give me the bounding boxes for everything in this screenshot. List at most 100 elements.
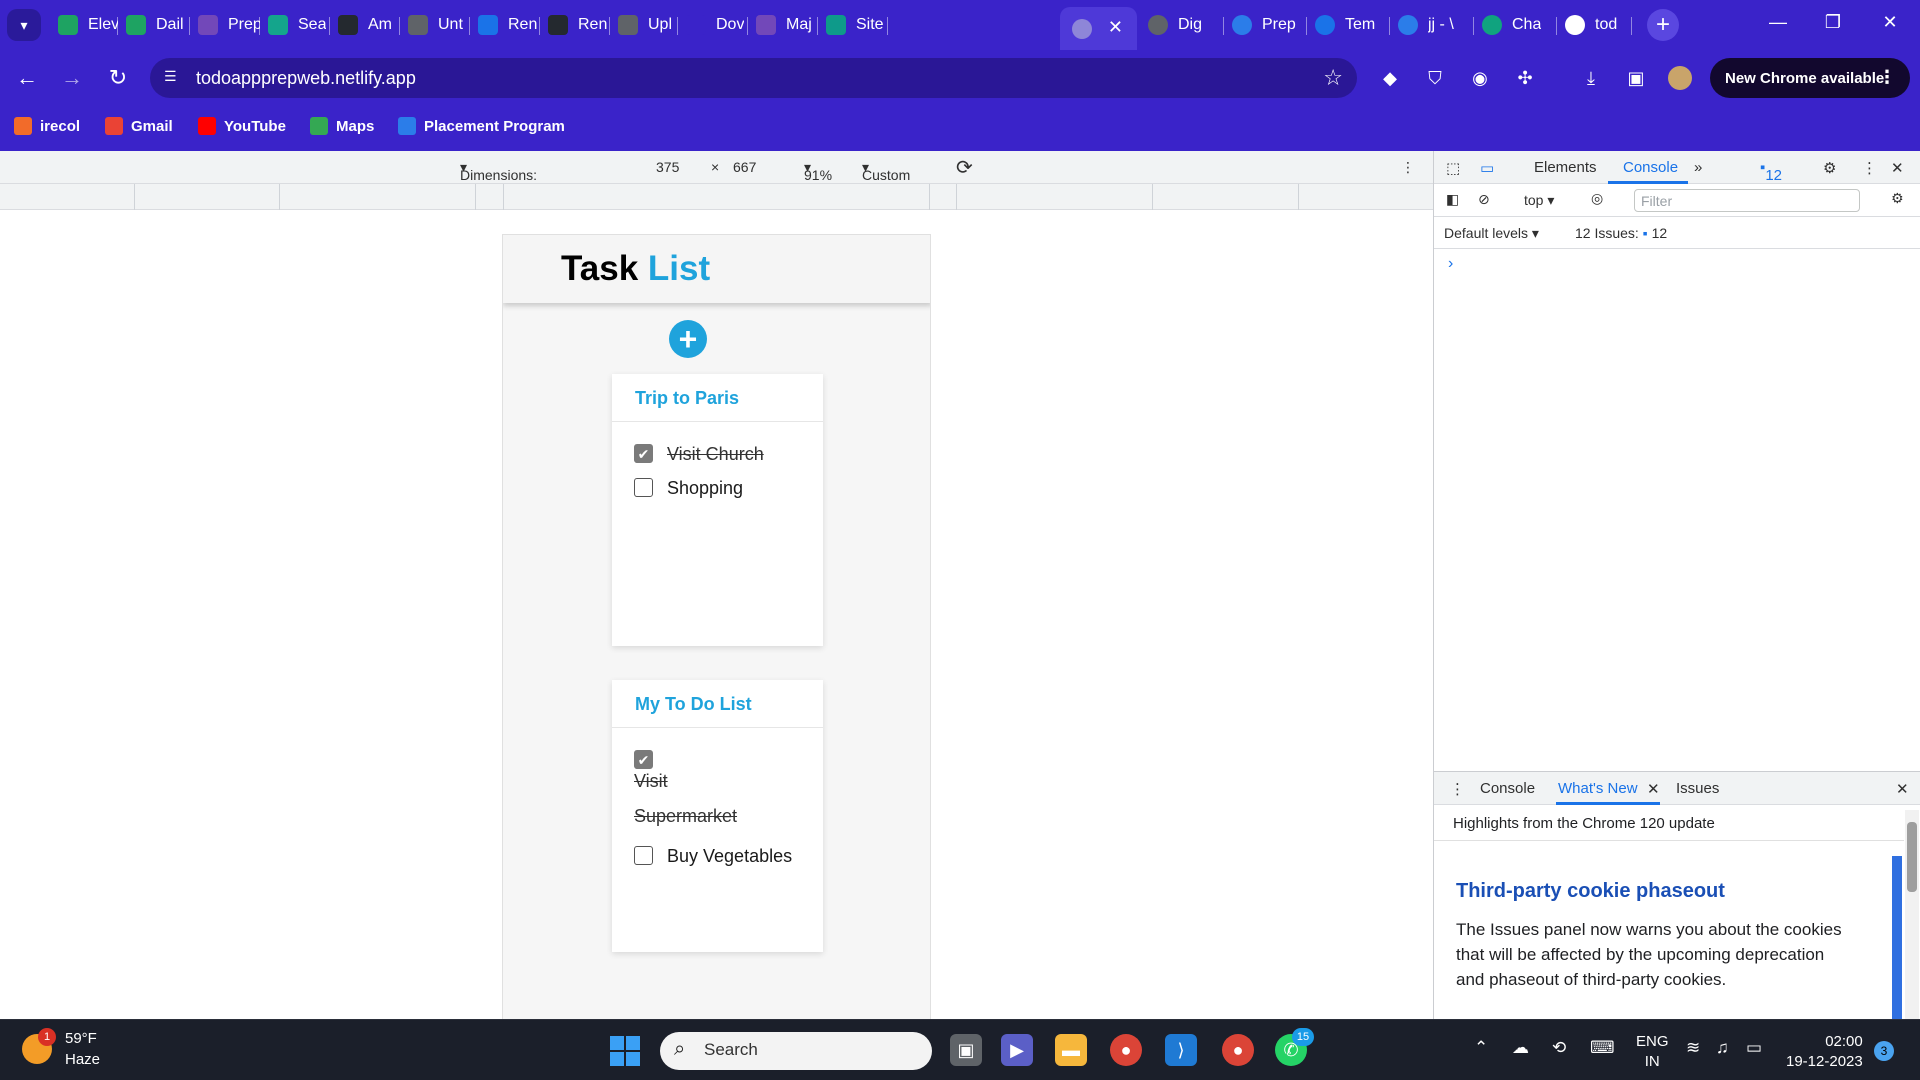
volume-icon[interactable]: ♫ xyxy=(1716,1038,1729,1058)
device-width-input[interactable]: 375 xyxy=(656,159,679,175)
tab-6[interactable]: Ren xyxy=(470,5,540,45)
sync-icon[interactable]: ⟲ xyxy=(1552,1038,1566,1058)
bookmark-placement-program[interactable]: Placement Program xyxy=(398,117,565,135)
tab-0[interactable]: Elev xyxy=(50,5,118,45)
drawer-tab-whats-new[interactable]: What's New xyxy=(1558,780,1638,797)
language-indicator[interactable]: ENG IN xyxy=(1636,1032,1669,1072)
bookmark-maps[interactable]: Maps xyxy=(310,117,374,135)
tab-right-1[interactable]: Prep xyxy=(1224,5,1307,45)
more-tabs-icon[interactable]: » xyxy=(1694,159,1702,176)
tab-11[interactable]: Site xyxy=(818,5,888,45)
device-more-icon[interactable]: ⋮ xyxy=(1401,159,1415,176)
side-panel-icon[interactable]: ▣ xyxy=(1624,66,1648,90)
wifi-icon[interactable]: ≋ xyxy=(1686,1038,1700,1058)
address-bar[interactable]: ☰ todoappprepweb.netlify.app ☆ xyxy=(150,58,1357,98)
tab-2[interactable]: Prep xyxy=(190,5,260,45)
live-expression-eye-icon[interactable]: ◎ xyxy=(1591,190,1603,207)
bookmark-star-icon[interactable]: ☆ xyxy=(1323,65,1343,91)
rotate-icon[interactable]: ⟳ xyxy=(956,155,973,180)
card-title[interactable]: Trip to Paris xyxy=(612,374,823,422)
close-whats-new-icon[interactable]: ✕ xyxy=(1647,780,1660,798)
tab-3[interactable]: Sea xyxy=(260,5,330,45)
tab-right-2[interactable]: Tem xyxy=(1307,5,1390,45)
task-view-icon[interactable]: ▣ xyxy=(950,1034,982,1066)
battery-icon[interactable]: ▭ xyxy=(1746,1038,1762,1058)
extensions-puzzle-icon[interactable]: ✣ xyxy=(1513,66,1537,90)
zoom-select[interactable]: 91% ▾ xyxy=(804,159,832,183)
tab-9[interactable]: Dov xyxy=(678,5,748,45)
tab-right-4[interactable]: Cha xyxy=(1474,5,1557,45)
camera-extension-icon[interactable]: ◉ xyxy=(1468,66,1492,90)
task-checkbox[interactable] xyxy=(634,846,653,865)
device-height-input[interactable]: 667 xyxy=(733,159,756,175)
whats-new-title[interactable]: Third-party cookie phaseout xyxy=(1456,880,1725,903)
drawer-tab-console[interactable]: Console xyxy=(1480,780,1535,797)
profile-avatar[interactable] xyxy=(1668,66,1692,90)
tab-elements[interactable]: Elements xyxy=(1534,159,1597,176)
tab-1[interactable]: Dail xyxy=(118,5,190,45)
file-explorer-icon[interactable]: ▬ xyxy=(1055,1034,1087,1066)
card-title[interactable]: My To Do List xyxy=(612,680,823,728)
throttle-select[interactable]: Custom ▾ xyxy=(862,159,910,183)
tab-4[interactable]: Am xyxy=(330,5,400,45)
tab-right-3[interactable]: jj - \ xyxy=(1390,5,1474,45)
site-info-icon[interactable]: ☰ xyxy=(164,68,177,85)
weather-temperature[interactable]: 59°F xyxy=(65,1030,97,1047)
inspect-element-icon[interactable]: ⬚ xyxy=(1446,159,1460,177)
tab-7[interactable]: Ren xyxy=(540,5,610,45)
clear-console-icon[interactable]: ⊘ xyxy=(1478,191,1490,208)
chrome-active-icon[interactable]: ● xyxy=(1222,1034,1254,1066)
teams-icon[interactable]: ▶ xyxy=(1001,1034,1033,1066)
bookmark-youtube[interactable]: YouTube xyxy=(198,117,286,135)
tab-active[interactable]: ✕ xyxy=(1060,7,1137,50)
tray-overflow-icon[interactable]: ⌃ xyxy=(1474,1038,1488,1058)
downloads-icon[interactable]: ⤓ xyxy=(1579,66,1603,90)
reload-button[interactable]: ↻ xyxy=(103,63,133,93)
device-dimensions-select[interactable]: Dimensions: iPhone SE ▾ xyxy=(460,159,537,199)
keyboard-icon[interactable]: ⌨ xyxy=(1590,1038,1615,1058)
settings-gear-icon[interactable]: ⚙ xyxy=(1823,159,1836,177)
task-checkbox[interactable]: ✔ xyxy=(634,444,653,463)
console-settings-icon[interactable]: ⚙ xyxy=(1891,190,1904,207)
start-button[interactable] xyxy=(610,1036,640,1066)
sidebar-toggle-icon[interactable]: ◧ xyxy=(1446,191,1459,208)
new-tab-button[interactable]: + xyxy=(1647,9,1679,41)
bookmark-gmail[interactable]: Gmail xyxy=(105,117,173,135)
shield-extension-icon[interactable]: ⛉ xyxy=(1423,66,1447,90)
close-devtools-icon[interactable]: ✕ xyxy=(1891,159,1904,177)
color-picker-extension-icon[interactable]: ◆ xyxy=(1378,66,1402,90)
add-list-button[interactable]: + xyxy=(669,320,707,358)
tab-search-button[interactable]: ▾ xyxy=(7,9,41,41)
back-button[interactable]: ← xyxy=(12,63,42,93)
clock[interactable]: 02:00 19-12-2023 xyxy=(1786,1032,1863,1072)
console-prompt[interactable]: › xyxy=(1448,255,1453,273)
context-select[interactable]: top ▾ xyxy=(1524,192,1554,209)
drawer-menu-icon[interactable]: ⋮ xyxy=(1450,780,1465,798)
restore-button[interactable]: ❐ xyxy=(1818,12,1848,33)
issues-counter[interactable]: ▪ 12 xyxy=(1760,159,1782,184)
task-checkbox[interactable] xyxy=(634,478,653,497)
notification-badge[interactable]: 3 xyxy=(1874,1041,1894,1061)
cloud-icon[interactable]: ☁ xyxy=(1512,1038,1529,1058)
tab-console[interactable]: Console xyxy=(1623,159,1678,176)
tab-right-0[interactable]: Dig xyxy=(1140,5,1224,45)
devtools-more-icon[interactable]: ⋮ xyxy=(1862,159,1877,177)
chrome-icon[interactable]: ● xyxy=(1110,1034,1142,1066)
default-levels-select[interactable]: Default levels ▾ xyxy=(1444,225,1539,242)
issues-summary[interactable]: 12 Issues: ▪ 12 xyxy=(1575,225,1667,241)
close-window-button[interactable]: ✕ xyxy=(1875,12,1905,33)
tab-5[interactable]: Unt xyxy=(400,5,470,45)
weather-condition[interactable]: Haze xyxy=(65,1051,100,1068)
tab-right-5[interactable]: tod xyxy=(1557,5,1632,45)
forward-button[interactable]: → xyxy=(57,63,87,93)
bookmark-irecol[interactable]: irecol xyxy=(14,117,80,135)
close-tab-icon[interactable]: ✕ xyxy=(1108,17,1123,38)
console-filter-input[interactable]: Filter xyxy=(1634,189,1860,212)
tab-8[interactable]: Upl xyxy=(610,5,678,45)
device-toggle-icon[interactable]: ▭ xyxy=(1480,159,1494,177)
taskbar-search[interactable]: ⌕ Search xyxy=(660,1032,932,1070)
more-vert-icon[interactable]: ⋮ xyxy=(1878,67,1896,88)
vscode-icon[interactable]: ⟩ xyxy=(1165,1034,1197,1066)
close-drawer-icon[interactable]: ✕ xyxy=(1896,780,1909,798)
tab-10[interactable]: Maj xyxy=(748,5,818,45)
